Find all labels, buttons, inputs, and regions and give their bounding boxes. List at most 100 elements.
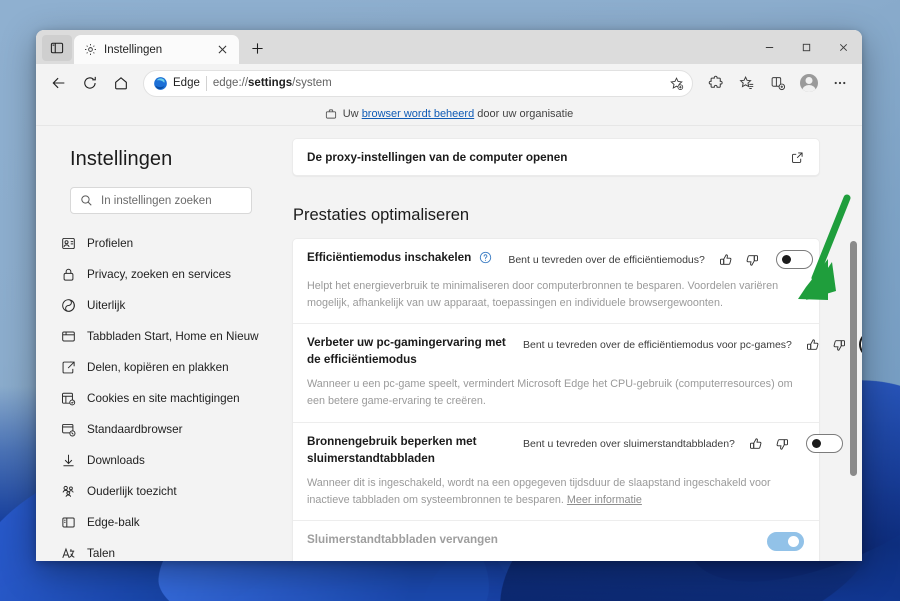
close-icon[interactable] bbox=[212, 40, 232, 60]
open-external-icon[interactable] bbox=[791, 151, 804, 164]
navigation-toolbar: Edge edge://settings/system bbox=[36, 64, 862, 102]
sidebar-item-label: Standaardbrowser bbox=[87, 423, 183, 436]
edge-brand-chip: Edge bbox=[153, 76, 200, 91]
thumbs-up-icon[interactable] bbox=[745, 433, 767, 455]
family-icon bbox=[60, 484, 76, 500]
profile-avatar[interactable] bbox=[794, 69, 823, 98]
edge-brand-label: Edge bbox=[173, 77, 200, 89]
sidebar-item-delen-kopi-ren-en-plakken[interactable]: Delen, kopiëren en plakken bbox=[46, 352, 264, 383]
sidebar-item-edge-balk[interactable]: Edge-balk bbox=[46, 507, 264, 538]
address-bar[interactable]: Edge edge://settings/system bbox=[143, 70, 693, 97]
sidebar-item-label: Ouderlijk toezicht bbox=[87, 485, 177, 498]
more-settings-icon[interactable] bbox=[825, 69, 854, 98]
sidebar-item-label: Cookies en site machtigingen bbox=[87, 392, 240, 405]
back-icon[interactable] bbox=[44, 69, 73, 98]
feedback-question: Bent u tevreden over de efficiëntiemodus… bbox=[508, 254, 705, 266]
setting-description: Wanneer u een pc-game speelt, vermindert… bbox=[307, 376, 804, 409]
share-icon bbox=[60, 360, 76, 376]
managed-banner-link[interactable]: browser wordt beheerd bbox=[362, 108, 475, 120]
new-tab-button[interactable] bbox=[245, 36, 269, 60]
toggle-knob bbox=[788, 536, 799, 547]
setting-title: Efficiëntiemodus inschakelen bbox=[307, 250, 471, 267]
settings-main-panel: De proxy-instellingen van de computer op… bbox=[274, 126, 862, 561]
settings-sidebar: Instellingen In instellingen zoeken Prof… bbox=[36, 126, 274, 561]
toggle-sleeping-tabs[interactable] bbox=[806, 434, 843, 453]
feedback-group: Bent u tevreden over sluimerstandtabblad… bbox=[523, 433, 793, 455]
sidebar-item-downloads[interactable]: Downloads bbox=[46, 445, 264, 476]
toggle-knob bbox=[782, 255, 791, 264]
learn-more-link[interactable]: Meer informatie bbox=[567, 494, 642, 506]
thumbs-up-icon[interactable] bbox=[715, 249, 737, 271]
tab-strip: Instellingen bbox=[36, 30, 862, 64]
sidebar-item-uiterlijk[interactable]: Uiterlijk bbox=[46, 290, 264, 321]
search-icon bbox=[80, 194, 93, 207]
sidebar-item-label: Uiterlijk bbox=[87, 299, 125, 312]
sidebar-item-tabbladen-start-home-en-nieuw[interactable]: Tabbladen Start, Home en Nieuw bbox=[46, 321, 264, 352]
sidebar-item-label: Tabbladen Start, Home en Nieuw bbox=[87, 330, 259, 343]
close-button[interactable] bbox=[825, 30, 862, 64]
refresh-icon[interactable] bbox=[75, 69, 104, 98]
toggle-knob bbox=[812, 439, 821, 448]
thumbs-up-icon[interactable] bbox=[802, 334, 824, 356]
edge-bar-icon bbox=[60, 515, 76, 531]
managed-browser-banner: Uw browser wordt beheerd door uw organis… bbox=[36, 102, 862, 126]
split-screen-icon[interactable] bbox=[763, 69, 792, 98]
extensions-puzzle-icon[interactable] bbox=[701, 69, 730, 98]
setting-description: Tabbladen worden vervaagd weergegeven bi… bbox=[307, 558, 804, 561]
thumbs-down-icon[interactable] bbox=[741, 249, 763, 271]
default-browser-icon bbox=[60, 422, 76, 438]
setting-description: Helpt het energieverbruik te minimaliser… bbox=[307, 278, 804, 311]
main-vertical-scrollbar[interactable] bbox=[849, 126, 858, 561]
sidebar-item-privacy-zoeken-en-services[interactable]: Privacy, zoeken en services bbox=[46, 259, 264, 290]
omnibox-divider bbox=[206, 76, 207, 91]
open-proxy-settings-row[interactable]: De proxy-instellingen van de computer op… bbox=[293, 139, 819, 175]
proxy-row-label: De proxy-instellingen van de computer op… bbox=[307, 151, 567, 164]
sidebar-item-label: Delen, kopiëren en plakken bbox=[87, 361, 229, 374]
window-controls bbox=[751, 30, 862, 64]
setting-title: Sluimerstandtabbladen vervangen bbox=[307, 532, 498, 549]
proxy-settings-card: De proxy-instellingen van de computer op… bbox=[292, 138, 820, 176]
managed-banner-text: Uw browser wordt beheerd door uw organis… bbox=[343, 108, 574, 120]
languages-icon bbox=[60, 546, 76, 562]
thumbs-down-icon[interactable] bbox=[771, 433, 793, 455]
thumbs-down-icon[interactable] bbox=[828, 334, 850, 356]
sidebar-item-label: Talen bbox=[87, 547, 115, 560]
setting-description: Wanneer dit is ingeschakeld, wordt na ee… bbox=[307, 475, 804, 508]
setting-pc-gaming-efficiency: Verbeter uw pc-gamingervaring met de eff… bbox=[293, 324, 819, 422]
search-input[interactable]: In instellingen zoeken bbox=[70, 187, 252, 214]
sidebar-nav-list: Profielen Privacy, zoeken en services Uite… bbox=[36, 224, 274, 561]
minimize-button[interactable] bbox=[751, 30, 788, 64]
home-icon[interactable] bbox=[106, 69, 135, 98]
page-title: Instellingen bbox=[36, 148, 274, 187]
sidebar-item-cookies-en-site-machtigingen[interactable]: Cookies en site machtigingen bbox=[46, 383, 264, 414]
toggle-fade-sleeping-tabs[interactable] bbox=[767, 532, 804, 551]
browser-tab[interactable]: Instellingen bbox=[74, 35, 239, 64]
profiles-icon bbox=[60, 236, 76, 252]
avatar bbox=[800, 74, 818, 92]
edge-logo-icon bbox=[153, 76, 168, 91]
maximize-button[interactable] bbox=[788, 30, 825, 64]
tab-search-icon[interactable] bbox=[42, 35, 72, 61]
sidebar-item-label: Privacy, zoeken en services bbox=[87, 268, 231, 281]
tab-title: Instellingen bbox=[104, 44, 205, 56]
sidebar-item-profielen[interactable]: Profielen bbox=[46, 228, 264, 259]
lock-icon bbox=[60, 267, 76, 283]
add-favorite-icon[interactable] bbox=[664, 71, 688, 95]
sidebar-item-ouderlijk-toezicht[interactable]: Ouderlijk toezicht bbox=[46, 476, 264, 507]
sidebar-item-talen[interactable]: Talen bbox=[46, 538, 264, 561]
collections-icon[interactable] bbox=[732, 69, 761, 98]
scrollbar-thumb[interactable] bbox=[850, 241, 857, 476]
setting-title: Verbeter uw pc-gamingervaring met de eff… bbox=[307, 335, 507, 369]
gear-icon bbox=[84, 43, 97, 56]
sidebar-item-standaardbrowser[interactable]: Standaardbrowser bbox=[46, 414, 264, 445]
download-icon bbox=[60, 453, 76, 469]
help-circle-icon[interactable] bbox=[479, 251, 492, 269]
tabs-icon bbox=[60, 329, 76, 345]
sidebar-item-label: Profielen bbox=[87, 237, 133, 250]
sidebar-item-label: Edge-balk bbox=[87, 516, 140, 529]
address-bar-url: edge://settings/system bbox=[213, 77, 658, 89]
setting-sleeping-tabs: Bronnengebruik beperken met sluimerstand… bbox=[293, 423, 819, 521]
toggle-efficiency-mode[interactable] bbox=[776, 250, 813, 269]
feedback-group: Bent u tevreden over de efficiëntiemodus… bbox=[508, 249, 763, 271]
search-placeholder: In instellingen zoeken bbox=[101, 195, 212, 207]
